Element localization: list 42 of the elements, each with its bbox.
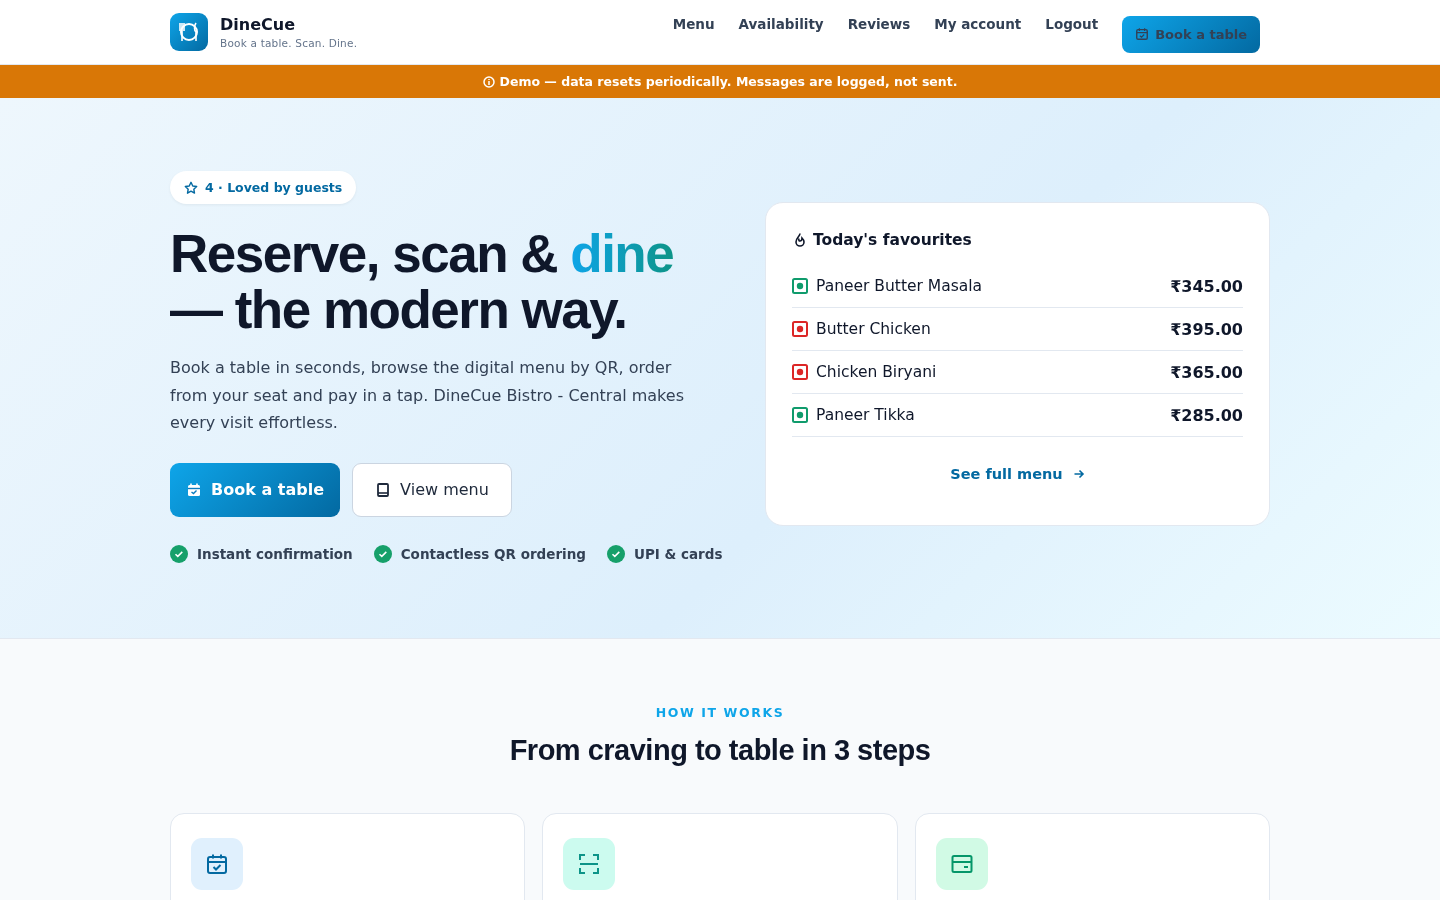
nav-link[interactable]: Menu	[672, 16, 715, 32]
dish-price: ₹345.00	[1170, 276, 1243, 296]
dish-name: Chicken Biryani	[816, 363, 938, 381]
feature-text: UPI & cards	[633, 545, 723, 562]
nav-link[interactable]: My account	[934, 16, 1022, 32]
scan-icon	[563, 838, 616, 890]
dish-price: ₹285.00	[1170, 405, 1243, 425]
flame-icon	[792, 232, 808, 248]
dish-name: Paneer Tikka	[816, 406, 916, 424]
hero-headline: Reserve, scan & dine — the modern way.	[170, 226, 675, 338]
calendar-icon	[1135, 27, 1150, 41]
dish-price: ₹365.00	[1170, 362, 1243, 382]
dish-name: Paneer Butter Masala	[816, 277, 984, 295]
section-title: From craving to table in 3 steps	[508, 734, 932, 767]
view-menu-button[interactable]: View menu	[352, 462, 512, 517]
check-circle-icon	[606, 544, 625, 563]
calendar-check-icon	[191, 838, 243, 890]
badge-text: 4 · Loved by guests	[205, 180, 343, 195]
dish-name: Butter Chicken	[816, 320, 932, 338]
see-full-menu-link[interactable]: See full menu	[950, 466, 1085, 482]
nav-link[interactable]: Logout	[1045, 16, 1099, 32]
hero-description: Book a table in seconds, browse the digital menu by QR, order from your seat and pay in a tap. DineCue Bistro - Central makes every visit effortless.	[170, 357, 685, 434]
feature-text: Contactless QR ordering	[400, 545, 586, 562]
book-icon	[375, 481, 392, 498]
card-title: Today's favourites	[813, 231, 972, 249]
dish-price: ₹395.00	[1170, 319, 1243, 339]
brand-name: DineCue	[220, 15, 296, 34]
check-circle-icon	[373, 544, 392, 563]
info-icon	[482, 75, 495, 88]
nav-link[interactable]: Reviews	[847, 16, 911, 32]
arrow-right-icon	[1072, 468, 1085, 480]
check-circle-icon	[170, 544, 188, 563]
calendar-icon	[186, 481, 202, 498]
book-table-button[interactable]: Book a table	[170, 462, 340, 517]
brand-tagline: Book a table. Scan. Dine.	[220, 37, 358, 49]
plate-logo-icon	[170, 13, 208, 51]
section-eyebrow: HOW IT WORKS	[654, 705, 786, 720]
star-icon	[184, 180, 198, 195]
nav-link[interactable]: Availability	[738, 16, 824, 32]
banner-text: Demo — data resets periodically. Messages are logged, not sent.	[499, 74, 958, 89]
feature-text: Instant confirmation	[197, 545, 353, 562]
payment-card-icon	[935, 838, 988, 890]
